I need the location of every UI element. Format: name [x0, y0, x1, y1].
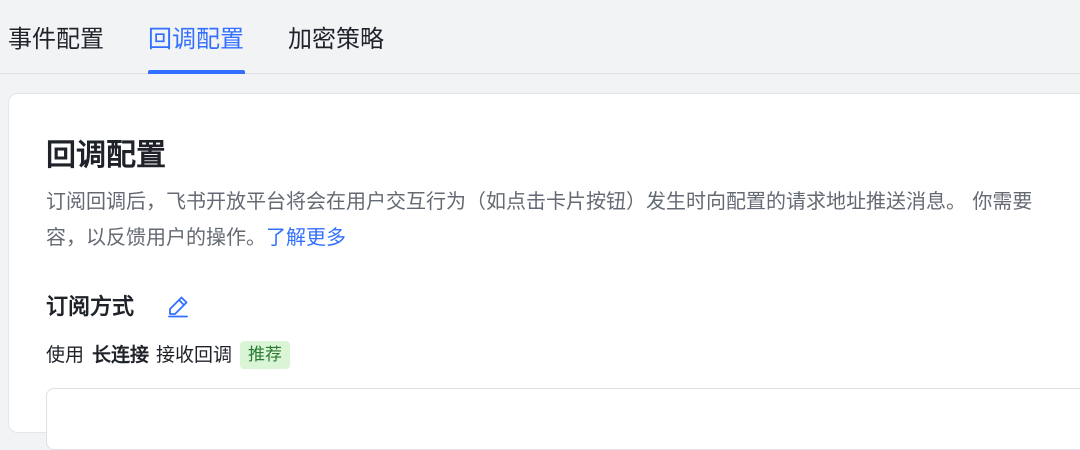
- callback-config-card: [8, 93, 1080, 433]
- recommended-badge: 推荐: [240, 341, 291, 369]
- method-prefix: 使用: [46, 344, 85, 366]
- description-line-2: 容，以反馈用户的操作。了解更多: [46, 222, 346, 252]
- learn-more-link[interactable]: 了解更多: [266, 225, 346, 249]
- subscription-method-label: 订阅方式: [46, 295, 135, 320]
- subscription-method: 使用 长连接 接收回调 推荐: [46, 340, 291, 370]
- tab-event-config[interactable]: 事件配置: [8, 22, 104, 56]
- description-line-1: 订阅回调后，飞书开放平台将会在用户交互行为（如点击卡片按钮）发生时向配置的请求地…: [46, 189, 1033, 213]
- method-suffix: 接收回调: [156, 344, 233, 366]
- active-tab-indicator: [148, 70, 245, 74]
- connection-config-box: [46, 388, 1080, 450]
- method-name: 长连接: [92, 344, 150, 366]
- pencil-icon[interactable]: [166, 294, 190, 318]
- tab-callback-config[interactable]: 回调配置: [148, 22, 244, 56]
- tab-bar: 事件配置 回调配置 加密策略: [0, 0, 1080, 74]
- description-text: 容，以反馈用户的操作。: [46, 225, 266, 249]
- tab-encryption-strategy[interactable]: 加密策略: [288, 22, 384, 56]
- page-title: 回调配置: [46, 138, 166, 173]
